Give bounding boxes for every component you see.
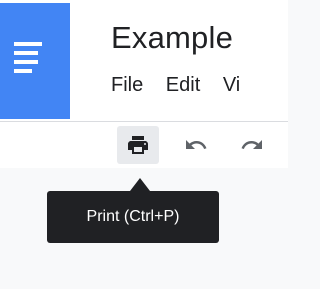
tooltip-text: Print (Ctrl+P) [86,208,180,225]
redo-button[interactable] [231,126,273,164]
docs-icon-line [14,69,32,73]
tooltip-arrow [130,178,150,191]
menu-file[interactable]: File [111,74,143,97]
header: Example File Edit Vi [0,0,288,121]
menu-edit[interactable]: Edit [166,74,200,97]
menu-view[interactable]: Vi [223,74,240,97]
docs-app-icon[interactable] [0,3,70,119]
undo-button[interactable] [175,126,217,164]
docs-icon-line [14,60,38,64]
print-icon [128,136,148,154]
redo-icon [241,140,262,149]
menu-bar: File Edit Vi [111,74,257,97]
print-button[interactable] [117,126,159,164]
print-tooltip: Print (Ctrl+P) [47,191,219,243]
undo-icon [186,140,207,149]
docs-icon-line [14,51,38,55]
toolbar [0,121,288,168]
docs-icon-line [14,42,42,46]
document-title[interactable]: Example [111,20,233,56]
